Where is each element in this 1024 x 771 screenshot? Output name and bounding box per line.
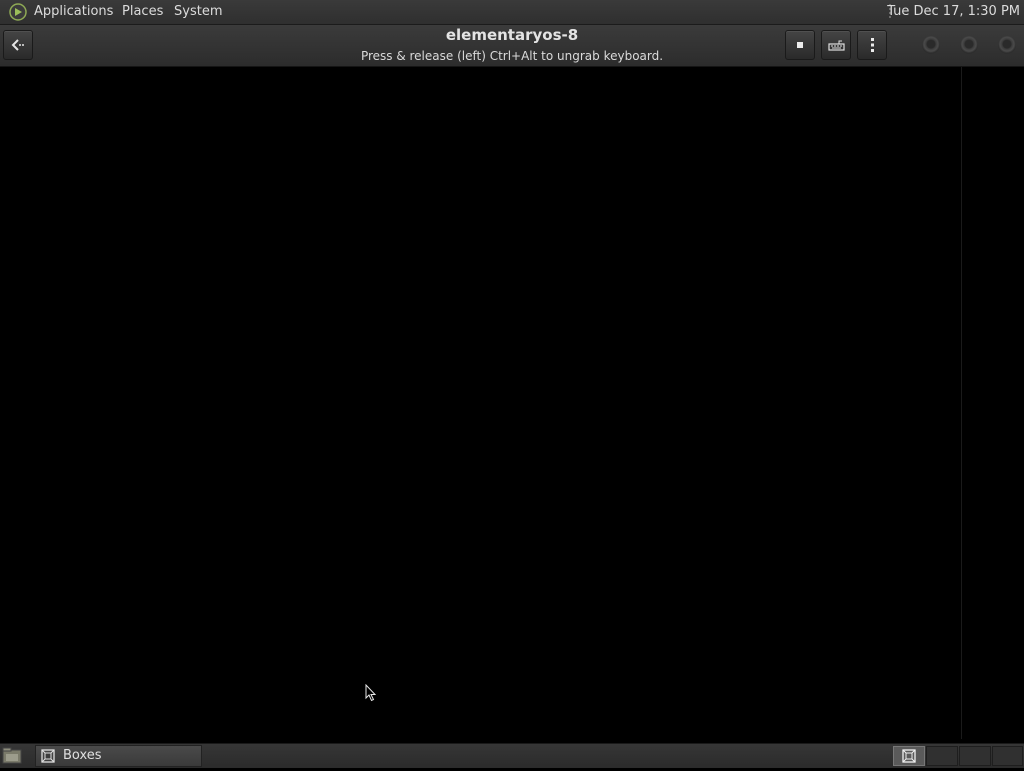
taskbar-button-boxes[interactable]: Boxes xyxy=(35,745,202,767)
boxes-app-icon xyxy=(902,749,916,763)
menu-applications[interactable]: Applications xyxy=(34,0,113,24)
display-divider xyxy=(961,67,962,739)
minimize-button[interactable] xyxy=(922,36,940,54)
headerbar: elementaryos-8 Press & release (left) Ct… xyxy=(0,25,1024,67)
distro-logo-icon[interactable] xyxy=(9,3,27,21)
boxes-app-icon xyxy=(40,748,56,764)
vm-display[interactable] xyxy=(0,67,1024,743)
workspace-3[interactable] xyxy=(959,746,991,766)
bottom-panel: Boxes xyxy=(0,743,1024,768)
menu-button[interactable] xyxy=(857,30,887,60)
clock[interactable]: Tue Dec 17, 1:30 PM xyxy=(887,0,1020,24)
send-keys-button[interactable] xyxy=(821,30,851,60)
mouse-pointer-icon xyxy=(365,684,377,702)
stop-button[interactable] xyxy=(785,30,815,60)
top-panel: Applications Places System Tue Dec 17, 1… xyxy=(0,0,1024,25)
maximize-button[interactable] xyxy=(960,36,978,54)
stop-square-icon xyxy=(797,42,803,48)
menu-places[interactable]: Places xyxy=(122,0,163,24)
workspace-1[interactable] xyxy=(893,746,925,766)
workspace-4[interactable] xyxy=(992,746,1023,766)
show-desktop-icon[interactable] xyxy=(2,747,22,765)
keyboard-icon xyxy=(828,40,845,51)
close-button[interactable] xyxy=(998,36,1016,54)
vertical-dots-icon xyxy=(871,38,874,52)
workspace-2[interactable] xyxy=(926,746,958,766)
menu-system[interactable]: System xyxy=(174,0,222,24)
taskbar-label: Boxes xyxy=(63,748,102,763)
